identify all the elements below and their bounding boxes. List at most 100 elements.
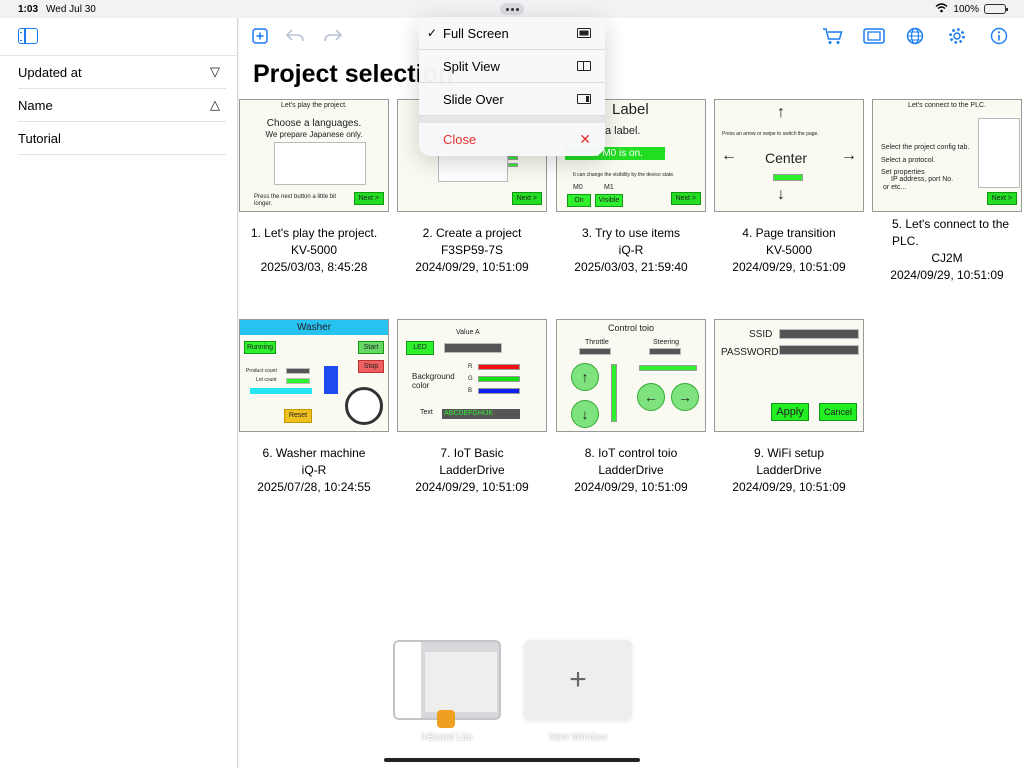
thumb-visible-button: Visible bbox=[595, 194, 623, 207]
sort-item-updated-at[interactable]: Updated at ▽ bbox=[18, 56, 226, 89]
thumb-next-button: Next > bbox=[670, 192, 701, 205]
arrow-down-icon: ↓ bbox=[571, 400, 599, 428]
project-card-5[interactable]: Let's connect to the PLC. Select the pro… bbox=[872, 99, 1022, 282]
info-icon[interactable] bbox=[990, 27, 1008, 48]
slide-over-icon bbox=[577, 94, 591, 104]
arrow-up-icon: ↑ bbox=[777, 104, 785, 121]
project-device: LadderDrive bbox=[439, 463, 505, 477]
battery-percent: 100% bbox=[953, 3, 979, 15]
thumb-value-field bbox=[649, 348, 681, 355]
sort-item-tutorial[interactable]: Tutorial bbox=[18, 122, 226, 155]
thumb-led: LED bbox=[406, 341, 434, 355]
thumb-header: Let's connect to the PLC. bbox=[908, 102, 986, 109]
thumb-text: SSID bbox=[749, 329, 773, 340]
menu-item-close[interactable]: Close ✕ bbox=[419, 123, 605, 156]
project-card-1[interactable]: Let's play the project. Choose a languag… bbox=[239, 99, 389, 274]
thumb-counter bbox=[286, 378, 310, 384]
thumb-center-label: Center bbox=[765, 150, 808, 166]
project-card-4[interactable]: ↑ Press an arrow or swipe to switch the … bbox=[714, 99, 864, 274]
thumb-on-button: On bbox=[567, 194, 591, 207]
project-caption: 1. Let's play the project. KV-5000 2025/… bbox=[239, 225, 389, 276]
menu-item-label: Slide Over bbox=[443, 91, 504, 107]
thumb-text: Value A bbox=[456, 329, 480, 336]
thumb-header: Control toio bbox=[607, 323, 655, 333]
project-updated: 2024/09/29, 10:51:09 bbox=[415, 260, 529, 274]
project-title: 2. Create a project bbox=[422, 226, 522, 240]
project-device: KV-5000 bbox=[765, 243, 813, 257]
thumb-start-button: Start bbox=[358, 341, 384, 354]
home-indicator[interactable] bbox=[384, 758, 640, 762]
sidebar-toggle-icon[interactable] bbox=[18, 28, 38, 44]
project-thumbnail: Washer Running Start Stop Product count … bbox=[239, 319, 389, 432]
thumb-apply-button: Apply bbox=[771, 403, 809, 421]
app-window-thumbnail[interactable] bbox=[393, 640, 501, 720]
project-updated: 2024/09/29, 10:51:09 bbox=[415, 480, 529, 494]
arrow-down-icon: ↓ bbox=[777, 186, 785, 203]
project-thumbnail: Control toio Throttle Steering ↑ ↓ ← → bbox=[556, 319, 706, 432]
close-icon: ✕ bbox=[579, 131, 591, 147]
full-screen-icon bbox=[577, 28, 591, 38]
menu-item-slide-over[interactable]: Slide Over bbox=[419, 83, 605, 116]
sort-item-name[interactable]: Name △ bbox=[18, 89, 226, 122]
project-caption: 6. Washer machine iQ-R 2025/07/28, 10:24… bbox=[239, 445, 389, 496]
thumb-next-button: Next > bbox=[353, 192, 384, 205]
project-title: 7. IoT Basic bbox=[440, 446, 504, 460]
thumb-text: or etc... bbox=[883, 184, 907, 191]
thumb-text: Throttle bbox=[585, 339, 609, 346]
menu-item-split-view[interactable]: Split View bbox=[419, 50, 605, 83]
wifi-icon bbox=[935, 2, 948, 16]
project-caption: 5. Let's connect to the PLC. CJ2M 2024/0… bbox=[872, 216, 1022, 284]
thumb-text: PASSWORD bbox=[721, 347, 779, 358]
undo-icon[interactable] bbox=[285, 27, 305, 48]
thumb-header: Washer bbox=[240, 320, 388, 335]
project-caption: 8. IoT control toio LadderDrive 2024/09/… bbox=[556, 445, 706, 496]
project-device: KV-5000 bbox=[290, 243, 338, 257]
project-title: 4. Page transition bbox=[742, 226, 836, 240]
new-window-button[interactable]: + bbox=[524, 640, 632, 720]
project-card-9[interactable]: SSID PASSWORD Apply Cancel 9. WiFi setup… bbox=[714, 319, 864, 494]
thumb-text: R bbox=[468, 364, 473, 370]
app-icon bbox=[437, 710, 455, 728]
thumb-screenshot bbox=[274, 142, 366, 185]
ticket-icon[interactable] bbox=[863, 27, 885, 48]
thumb-text: Product count bbox=[246, 368, 277, 374]
project-caption: 3. Try to use items iQ-R 2025/03/03, 21:… bbox=[556, 225, 706, 276]
redo-icon[interactable] bbox=[323, 27, 343, 48]
thumb-text: G bbox=[468, 376, 473, 382]
project-updated: 2025/07/28, 10:24:55 bbox=[257, 480, 371, 494]
project-thumbnail: Let's play the project. Choose a languag… bbox=[239, 99, 389, 212]
add-icon[interactable] bbox=[252, 28, 268, 47]
thumb-text-field: ABCDEFGHIJK bbox=[442, 409, 520, 419]
thumb-next-button: Next > bbox=[986, 192, 1017, 205]
checkmark-icon: ✓ bbox=[427, 26, 438, 40]
project-caption: 7. IoT Basic LadderDrive 2024/09/29, 10:… bbox=[397, 445, 547, 496]
status-time: 1:03 bbox=[18, 3, 39, 15]
project-card-6[interactable]: Washer Running Start Stop Product count … bbox=[239, 319, 389, 494]
multitasking-button[interactable] bbox=[500, 3, 524, 15]
thumb-bar bbox=[508, 163, 518, 167]
menu-item-label: Full Screen bbox=[443, 25, 509, 41]
globe-icon[interactable] bbox=[906, 27, 924, 48]
thumb-header: Label bbox=[612, 101, 649, 118]
thumb-progress-bar bbox=[250, 388, 312, 394]
thumb-text: Select a protocol. bbox=[881, 157, 936, 164]
thumb-counter bbox=[286, 368, 310, 374]
project-updated: 2024/09/29, 10:51:09 bbox=[732, 480, 846, 494]
cart-icon[interactable] bbox=[822, 27, 844, 48]
project-caption: 4. Page transition KV-5000 2024/09/29, 1… bbox=[714, 225, 864, 276]
thumb-running-indicator: Running bbox=[244, 341, 276, 354]
menu-item-full-screen[interactable]: ✓ Full Screen bbox=[419, 17, 605, 50]
thumb-cancel-button: Cancel bbox=[819, 403, 857, 421]
thumb-throttle-slider bbox=[611, 364, 617, 422]
project-card-8[interactable]: Control toio Throttle Steering ↑ ↓ ← → 8… bbox=[556, 319, 706, 494]
project-card-7[interactable]: Value A LED Background color R G B Text A… bbox=[397, 319, 547, 494]
sort-ascending-icon: △ bbox=[210, 97, 220, 112]
thumb-text: Steering bbox=[653, 339, 680, 346]
arrow-left-icon: ← bbox=[637, 383, 665, 411]
project-caption: 9. WiFi setup LadderDrive 2024/09/29, 10… bbox=[714, 445, 864, 496]
project-device: CJ2M bbox=[931, 251, 963, 265]
thumb-text: Lot count bbox=[256, 377, 277, 383]
thumb-text: We prepare Japanese only. bbox=[265, 130, 363, 139]
project-updated: 2024/09/29, 10:51:09 bbox=[890, 268, 1004, 282]
gear-icon[interactable] bbox=[948, 27, 966, 48]
